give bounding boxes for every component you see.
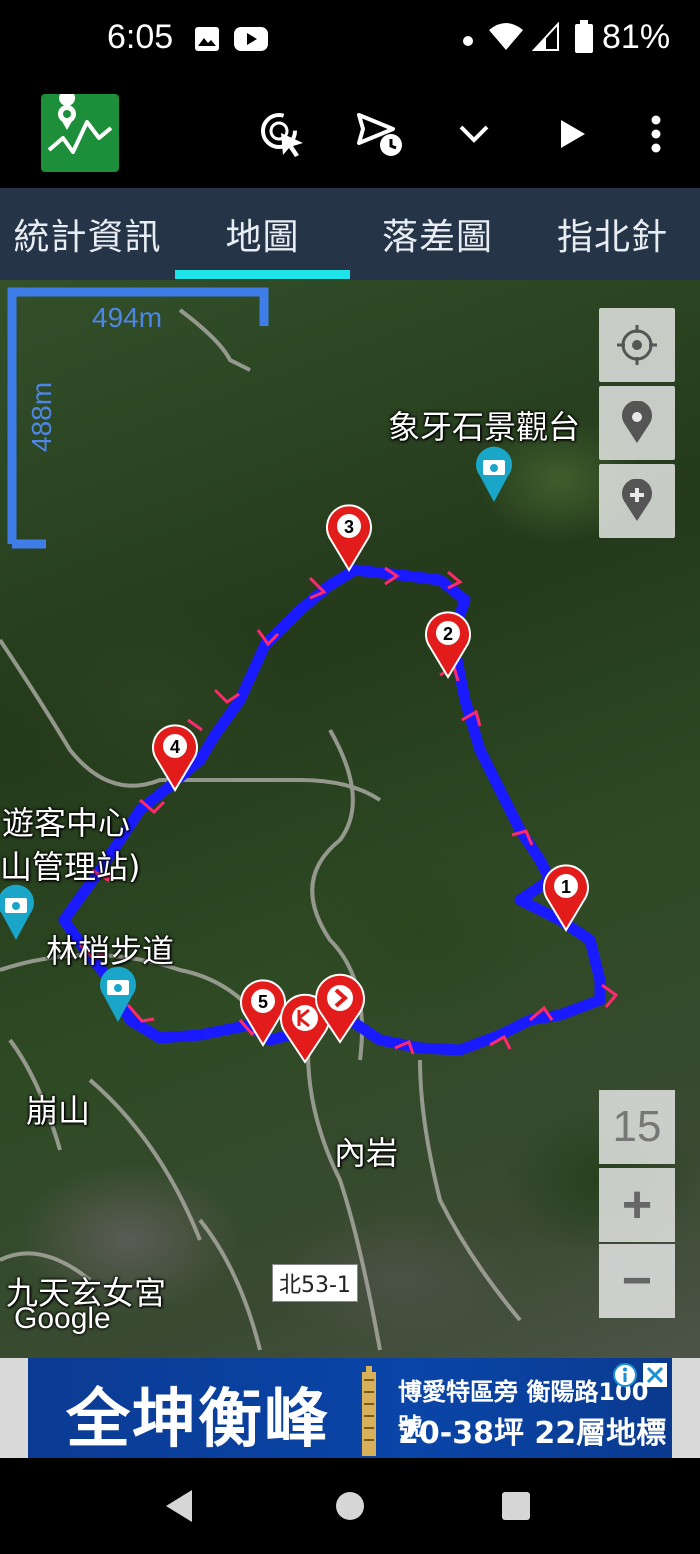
map-view[interactable]: 1 2 3 4 5 494m 488m 象牙石景觀台 遊客中心 山管理站) 林梢… <box>0 280 700 1358</box>
more-vertical-icon[interactable] <box>628 106 684 162</box>
send-clock-icon[interactable] <box>352 106 408 162</box>
road-sign: 北53-1 <box>272 1264 358 1302</box>
poi-label-bengshan: 崩山 <box>26 1092 91 1130</box>
show-pin-button[interactable] <box>599 386 675 460</box>
add-pin-button[interactable] <box>599 464 675 538</box>
zoom-out-button[interactable]: − <box>599 1244 675 1318</box>
ad-bar: 全坤衡峰 博愛特區旁 衡陽路100號 20-38坪 22層地標 <box>0 1358 700 1458</box>
camera-poi-icon <box>475 446 512 502</box>
zoom-level-display: 15 <box>599 1090 675 1164</box>
system-nav-bar <box>0 1458 700 1554</box>
map-pin-icon <box>622 401 652 443</box>
ad-close-icon[interactable] <box>640 1360 670 1390</box>
route-markers: 1 2 3 4 5 <box>152 504 589 1064</box>
target-cursor-icon[interactable] <box>254 106 310 162</box>
play-icon[interactable] <box>544 106 600 162</box>
chevron-down-icon[interactable] <box>446 106 502 162</box>
ad-line2: 20-38坪 22層地標 <box>398 1416 667 1451</box>
gallery-icon <box>194 26 220 56</box>
home-icon[interactable] <box>320 1478 380 1534</box>
poi-label-linshao-trail: 林梢步道 <box>46 932 175 970</box>
dot-icon <box>462 32 474 51</box>
tab-bar: 統計資訊 地圖 落差圖 指北針 <box>0 188 700 280</box>
map-chart-app-icon[interactable] <box>41 90 119 172</box>
battery-percent: 81% <box>602 18 671 56</box>
poi-label-neiyan: 內岩 <box>334 1134 399 1172</box>
ad-banner[interactable]: 全坤衡峰 博愛特區旁 衡陽路100號 20-38坪 22層地標 <box>28 1358 672 1458</box>
status-time: 6:05 <box>107 18 174 56</box>
back-icon[interactable] <box>150 1478 210 1534</box>
poi-label-visitor-center: 遊客中心 <box>2 804 131 842</box>
crosshair-icon <box>617 325 657 365</box>
ad-title: 全坤衡峰 <box>66 1383 330 1457</box>
google-logo: Google <box>14 1302 111 1335</box>
scale-vertical-label: 488m <box>26 381 57 452</box>
zoom-in-button[interactable]: + <box>599 1168 675 1242</box>
svg-text:5: 5 <box>258 992 268 1012</box>
tab-map[interactable]: 地圖 <box>175 188 350 280</box>
battery-icon <box>574 20 594 58</box>
poi-label-management: 山管理站) <box>0 848 141 886</box>
tower-icon <box>362 1366 376 1456</box>
add-pin-icon <box>622 479 652 521</box>
ad-info-icon[interactable] <box>610 1360 640 1390</box>
tab-indicator <box>175 270 350 279</box>
svg-text:4: 4 <box>170 737 180 757</box>
recents-icon[interactable] <box>486 1478 546 1534</box>
camera-poi-icon <box>0 884 34 940</box>
tab-statistics[interactable]: 統計資訊 <box>0 188 175 280</box>
svg-text:1: 1 <box>561 877 571 897</box>
app-toolbar <box>0 80 700 188</box>
status-bar: 6:05 81% <box>0 0 700 80</box>
scale-horizontal-label: 494m <box>92 302 163 333</box>
tab-compass[interactable]: 指北針 <box>525 188 700 280</box>
poi-label-elephant-rock: 象牙石景觀台 <box>388 408 581 446</box>
wifi-icon <box>488 22 524 56</box>
youtube-icon <box>234 26 268 56</box>
svg-text:2: 2 <box>443 624 453 644</box>
my-location-button[interactable] <box>599 308 675 382</box>
svg-text:3: 3 <box>344 517 354 537</box>
signal-icon <box>531 21 560 56</box>
marker-3: 3 <box>326 504 372 572</box>
tab-elevation[interactable]: 落差圖 <box>350 188 525 280</box>
